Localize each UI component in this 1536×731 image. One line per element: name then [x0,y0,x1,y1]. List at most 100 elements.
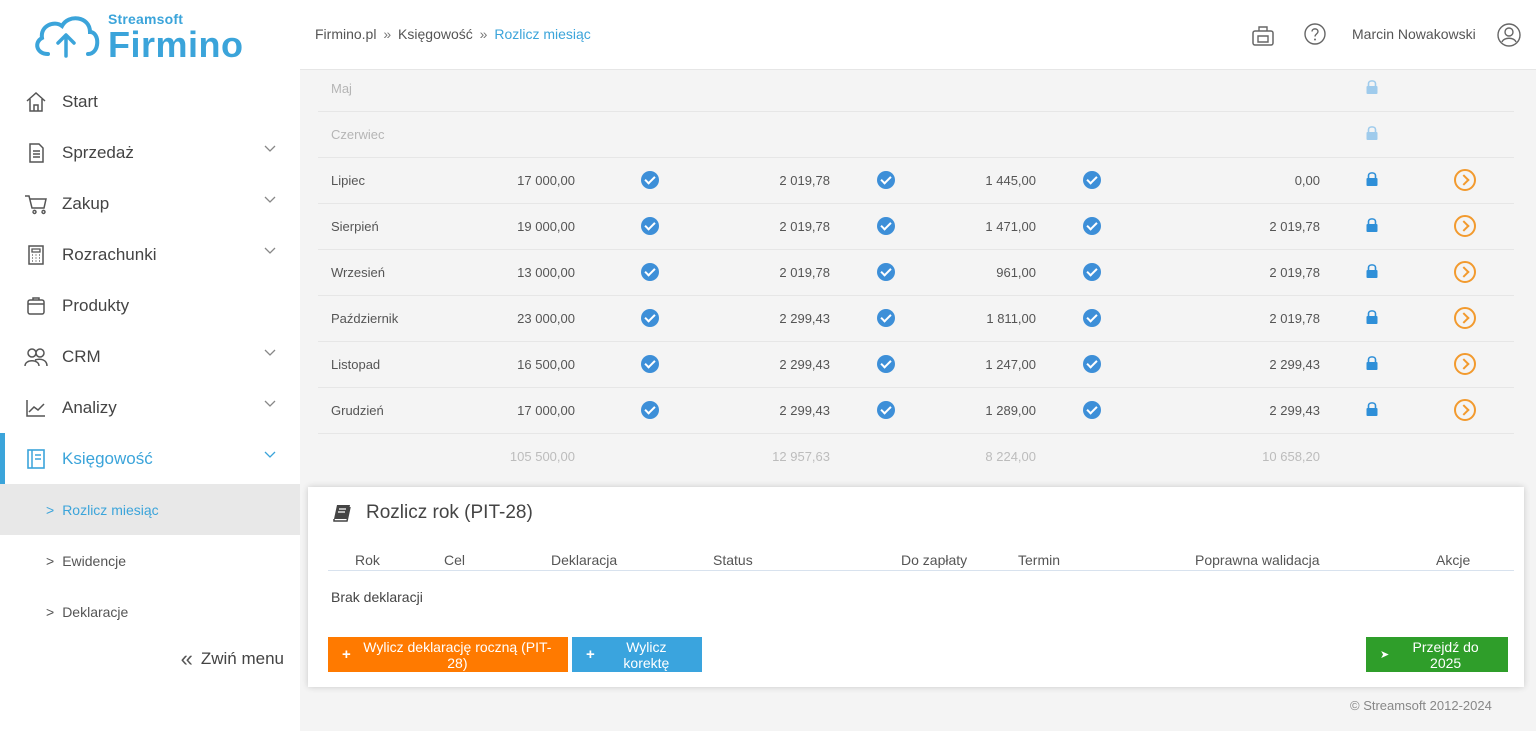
lock-icon[interactable] [1365,401,1379,417]
month-name: Wrzesień [331,265,385,280]
check-circle-icon [641,171,659,189]
tax-value: 1 811,00 [986,311,1036,326]
revenue-value: 17 000,00 [517,403,575,418]
arrow-right-icon: ➤ [1380,649,1390,661]
user-avatar-icon[interactable] [1496,22,1522,48]
lock-icon[interactable] [1365,355,1379,371]
check-circle-icon [1083,171,1101,189]
calculator-icon [24,243,48,267]
month-name: Czerwiec [331,127,385,142]
col-header-akcje: Akcje [1436,552,1471,568]
month-name: Grudzień [331,403,384,418]
lock-icon[interactable] [1365,263,1379,279]
declarations-table-header: Rok Cel Deklaracja Status Do zapłaty Ter… [328,549,1514,571]
total-revenue: 105 500,00 [509,449,575,464]
month-name: Listopad [331,357,381,372]
paid-value: 2 019,78 [1269,311,1320,326]
contribution-value: 2 019,78 [779,173,830,188]
contribution-value: 2 299,43 [779,311,830,326]
chevron-right-icon: > [46,501,55,518]
button-label: Wylicz deklarację roczną (PIT-28) [363,638,552,671]
breadcrumb-home[interactable]: Firmino.pl [315,26,376,42]
chart-icon [24,396,48,420]
book-icon [333,505,351,522]
sidebar-item-analizy[interactable]: Analizy [0,382,300,433]
subitem-rozlicz-miesiac[interactable]: > Rozlicz miesiąc [0,484,300,535]
sidebar-item-sprzedaz[interactable]: Sprzedaż [0,127,300,178]
collapse-label: Zwiń menu [200,649,284,668]
cloud-logo-icon [35,16,100,58]
sidebar-item-ksiegowosc[interactable]: Księgowość [0,433,300,484]
plus-icon: + [586,646,595,663]
user-name[interactable]: Marcin Nowakowski [1352,26,1476,42]
plus-icon: + [342,646,351,663]
help-icon[interactable] [1303,22,1327,46]
sidebar-item-label: Zakup [62,193,110,213]
total-contribution: 12 957,63 [772,449,830,464]
go-to-month-icon[interactable] [1454,353,1476,375]
go-to-month-icon[interactable] [1454,307,1476,329]
chevron-down-icon [264,247,276,254]
subitem-deklaracje[interactable]: > Deklaracje [0,586,300,637]
lock-icon[interactable] [1365,171,1379,187]
col-header-rok: Rok [355,552,380,568]
sidebar-item-crm[interactable]: CRM [0,331,300,382]
go-to-next-year-button[interactable]: ➤ Przejdź do 2025 [1366,637,1508,672]
revenue-value: 13 000,00 [517,265,575,280]
check-circle-icon [1083,355,1101,373]
col-header-cel: Cel [444,552,466,568]
table-row: Październik 23 000,00 2 299,43 1 811,00 … [318,296,1514,342]
check-circle-icon [877,309,895,327]
sidebar-item-label: Analizy [62,397,117,417]
col-header-walidacja: Poprawna walidacja [1195,552,1320,568]
calculate-correction-button[interactable]: + Wylicz korektę [572,637,702,672]
collapse-menu-button[interactable]: « Zwiń menu [181,646,284,672]
table-row: Lipiec 17 000,00 2 019,78 1 445,00 0,00 [318,158,1514,204]
panel-title: Rozlicz rok (PIT-28) [332,502,533,524]
paid-value: 0,00 [1294,173,1320,188]
lock-icon [1366,126,1378,140]
month-name: Październik [331,311,399,326]
sidebar-item-rozrachunki[interactable]: Rozrachunki [0,229,300,280]
months-table: Maj Czerwiec Lipiec 17 000,00 2 019,78 1… [318,66,1514,480]
sidebar-item-start[interactable]: Start [0,76,300,127]
main-nav: Start Sprzedaż Zakup Rozrachunki Produkt… [0,76,300,637]
go-to-month-icon[interactable] [1454,399,1476,421]
briefcase-notification-icon[interactable] [1250,22,1276,48]
sidebar-item-zakup[interactable]: Zakup [0,178,300,229]
sidebar-item-produkty[interactable]: Produkty [0,280,300,331]
users-icon [24,345,48,369]
chevron-right-icon: > [46,552,55,569]
table-row: Listopad 16 500,00 2 299,43 1 247,00 2 2… [318,342,1514,388]
table-row: Sierpień 19 000,00 2 019,78 1 471,00 2 0… [318,204,1514,250]
logo[interactable]: Streamsoft Firmino [30,8,270,68]
lock-icon[interactable] [1365,217,1379,233]
button-label: Wylicz korektę [623,638,670,671]
check-circle-icon [1083,309,1101,327]
subitem-ewidencje[interactable]: > Ewidencje [0,535,300,586]
check-circle-icon [641,309,659,327]
contribution-value: 2 299,43 [779,357,830,372]
chevron-down-icon [264,145,276,152]
lock-icon[interactable] [1365,309,1379,325]
empty-state-text: Brak deklaracji [331,589,423,605]
contribution-value: 2 019,78 [779,219,830,234]
double-chevron-left-icon: « [180,646,193,671]
sidebar-item-label: Rozrachunki [62,244,157,264]
calculate-annual-declaration-button[interactable]: + Wylicz deklarację roczną (PIT-28) [328,637,568,672]
chevron-down-icon [264,451,276,458]
breadcrumb: Firmino.pl » Księgowość » Rozlicz miesią… [315,26,591,42]
go-to-month-icon[interactable] [1454,169,1476,191]
contribution-value: 2 299,43 [779,403,830,418]
col-header-status: Status [713,552,753,568]
go-to-month-icon[interactable] [1454,215,1476,237]
annual-settlement-panel: Rozlicz rok (PIT-28) Rok Cel Deklaracja … [308,487,1524,687]
breadcrumb-ksiegowosc[interactable]: Księgowość [398,26,473,42]
col-header-do-zaplaty: Do zapłaty [901,552,968,568]
go-to-month-icon[interactable] [1454,261,1476,283]
paid-value: 2 019,78 [1269,219,1320,234]
chevron-right-icon: > [46,603,55,620]
lock-icon [1366,80,1378,94]
totals-row: 105 500,00 12 957,63 8 224,00 10 658,20 [318,434,1514,480]
month-name: Lipiec [331,173,365,188]
